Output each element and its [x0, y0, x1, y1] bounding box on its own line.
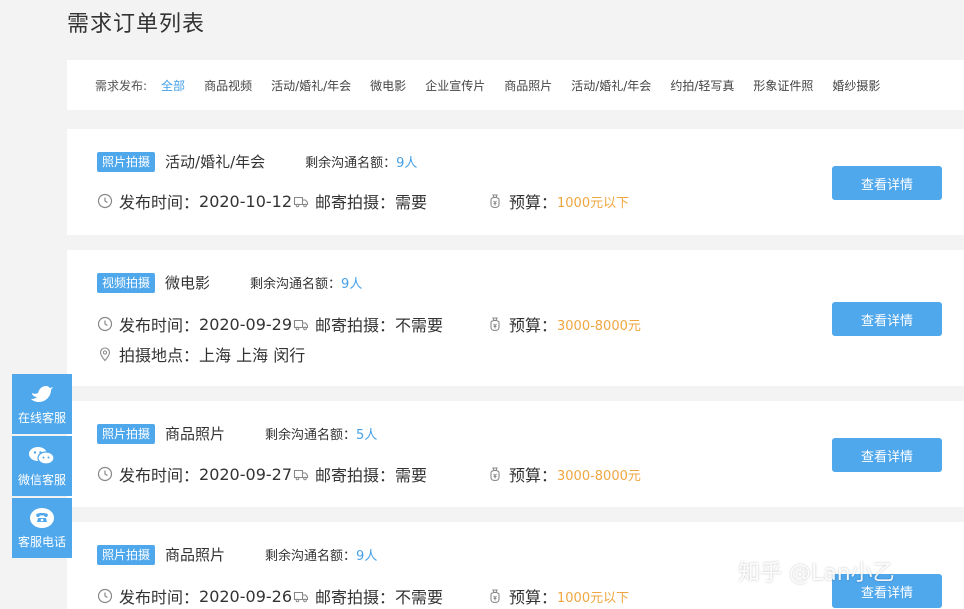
- quota-value: 9人: [356, 549, 378, 564]
- wechat-icon: [29, 446, 55, 465]
- publish-time: 发布时间： 2020-09-29: [97, 312, 292, 336]
- budget: 预算： 3000-8000元: [487, 462, 641, 486]
- filter-label: 需求发布:: [95, 78, 148, 93]
- clock-icon: [97, 466, 113, 482]
- type-tag: 视频拍摄: [97, 272, 156, 293]
- budget-value: 3000-8000元: [557, 468, 641, 484]
- clock-icon: [97, 316, 113, 332]
- money-bag-icon: [490, 467, 500, 482]
- quota-value: 5人: [356, 428, 378, 443]
- filter-item-micro-film[interactable]: 微电影: [370, 77, 406, 94]
- order-header: 照片拍摄 商品照片 剩余沟通名额：5人: [97, 423, 377, 444]
- quota: 剩余沟通名额：9人: [265, 549, 378, 564]
- view-details-button[interactable]: 查看详情: [832, 302, 942, 336]
- publish-time: 发布时间： 2020-09-27: [97, 462, 292, 486]
- mail-shoot: 邮寄拍摄： 不需要: [293, 584, 443, 608]
- budget: 预算： 1000元以下: [487, 189, 629, 213]
- wechat-service-label: 微信客服: [17, 472, 66, 487]
- mail-shoot: 邮寄拍摄： 需要: [293, 462, 427, 486]
- bird-icon: [31, 385, 53, 402]
- money-bag-icon: [490, 317, 500, 332]
- mail-shoot: 邮寄拍摄： 不需要: [293, 312, 443, 336]
- service-phone-button[interactable]: 客服电话: [12, 498, 72, 558]
- filter-bar: 需求发布: 全部 商品视频 活动/婚礼/年会 微电影 企业宣传片 商品照片 活动…: [67, 60, 964, 110]
- online-service-button[interactable]: 在线客服: [12, 374, 72, 434]
- filter-item-all[interactable]: 全部: [161, 77, 185, 94]
- quota: 剩余沟通名额：9人: [250, 277, 363, 292]
- truck-icon: [293, 469, 309, 481]
- truck-icon: [293, 591, 309, 603]
- shoot-location: 拍摄地点： 上海 上海 闵行: [97, 342, 305, 366]
- view-details-button[interactable]: 查看详情: [832, 166, 942, 200]
- filter-item-product-video[interactable]: 商品视频: [204, 77, 252, 94]
- budget-value: 3000-8000元: [557, 318, 641, 334]
- order-card: 视频拍摄 微电影 剩余沟通名额：9人 发布时间： 2020-09-29 邮寄拍摄：…: [67, 250, 964, 386]
- filter-item-corporate-film[interactable]: 企业宣传片: [425, 77, 485, 94]
- location-pin-icon: [99, 347, 111, 362]
- truck-icon: [293, 319, 309, 331]
- order-title: 微电影: [165, 274, 211, 292]
- phone-icon: [30, 507, 54, 528]
- order-header: 照片拍摄 活动/婚礼/年会 剩余沟通名额：9人: [97, 151, 417, 172]
- budget: 预算： 1000元以下: [487, 584, 629, 608]
- clock-icon: [97, 193, 113, 209]
- customer-service-panel: 在线客服 微信客服 客服电话: [12, 374, 72, 560]
- budget-value: 1000元以下: [557, 590, 630, 606]
- money-bag-icon: [490, 194, 500, 209]
- order-header: 视频拍摄 微电影 剩余沟通名额：9人: [97, 272, 362, 293]
- order-title: 活动/婚礼/年会: [165, 153, 266, 171]
- filter-item-event-wedding-photo[interactable]: 活动/婚礼/年会: [571, 77, 651, 94]
- quota-value: 9人: [396, 156, 418, 171]
- wechat-service-button[interactable]: 微信客服: [12, 436, 72, 496]
- watermark: 知乎 @Lan小乙: [738, 561, 895, 586]
- clock-icon: [97, 588, 113, 604]
- view-details-button[interactable]: 查看详情: [832, 438, 942, 472]
- truck-icon: [293, 196, 309, 208]
- page-title: 需求订单列表: [67, 12, 206, 37]
- order-title: 商品照片: [165, 425, 226, 443]
- filter-item-wedding-photo[interactable]: 婚纱摄影: [832, 77, 880, 94]
- order-card: 照片拍摄 活动/婚礼/年会 剩余沟通名额：9人 发布时间： 2020-10-12 …: [67, 129, 964, 235]
- filter-item-id-photo[interactable]: 形象证件照: [753, 77, 813, 94]
- service-phone-label: 客服电话: [17, 534, 66, 549]
- publish-time: 发布时间： 2020-09-26: [97, 584, 292, 608]
- quota: 剩余沟通名额：9人: [305, 156, 418, 171]
- order-card: 照片拍摄 商品照片 剩余沟通名额：5人 发布时间： 2020-09-27 邮寄拍摄…: [67, 401, 964, 507]
- publish-time: 发布时间： 2020-10-12: [97, 189, 292, 213]
- filter-item-portrait[interactable]: 约拍/轻写真: [670, 77, 734, 94]
- type-tag: 照片拍摄: [97, 544, 156, 565]
- quota: 剩余沟通名额：5人: [265, 428, 378, 443]
- quota-value: 9人: [341, 277, 363, 292]
- filter-item-event-wedding-video[interactable]: 活动/婚礼/年会: [271, 77, 351, 94]
- budget-value: 1000元以下: [557, 195, 630, 211]
- type-tag: 照片拍摄: [97, 151, 156, 172]
- order-title: 商品照片: [165, 546, 226, 564]
- money-bag-icon: [490, 589, 500, 604]
- mail-shoot: 邮寄拍摄： 需要: [293, 189, 427, 213]
- order-header: 照片拍摄 商品照片 剩余沟通名额：9人: [97, 544, 377, 565]
- type-tag: 照片拍摄: [97, 423, 156, 444]
- budget: 预算： 3000-8000元: [487, 312, 641, 336]
- online-service-label: 在线客服: [17, 410, 66, 425]
- filter-item-product-photo[interactable]: 商品照片: [504, 77, 552, 94]
